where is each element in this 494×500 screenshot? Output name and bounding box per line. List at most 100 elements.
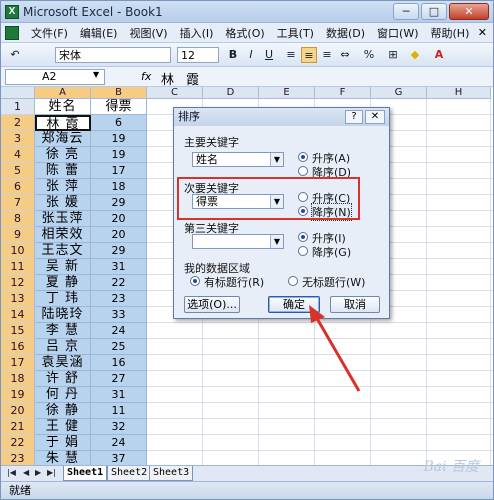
primary-asc-radio[interactable] (298, 152, 308, 162)
column-header-g[interactable]: G (371, 87, 427, 99)
cell-name[interactable]: 李 慧 (35, 323, 91, 339)
cell-score[interactable]: 17 (91, 163, 147, 179)
workbook-close-button[interactable]: ✕ (478, 26, 487, 39)
row-header[interactable]: 19 (1, 387, 35, 403)
cell-score[interactable]: 22 (91, 275, 147, 291)
cell-score[interactable]: 29 (91, 195, 147, 211)
column-header-a[interactable]: A (35, 87, 91, 99)
merge-center-icon[interactable]: ⇔ (337, 47, 353, 63)
tab-sheet3[interactable]: Sheet3 (149, 466, 194, 481)
close-button[interactable]: ✕ (449, 3, 489, 20)
column-header-d[interactable]: D (203, 87, 259, 99)
italic-button[interactable]: I (243, 47, 259, 63)
cell-score[interactable]: 23 (91, 291, 147, 307)
row-header[interactable]: 21 (1, 419, 35, 435)
row-header[interactable]: 5 (1, 163, 35, 179)
menu-edit[interactable]: 编辑(E) (74, 25, 124, 41)
row-header[interactable]: 4 (1, 147, 35, 163)
cell-name[interactable]: 王志文 (35, 243, 91, 259)
cancel-button[interactable]: 取消 (330, 296, 380, 313)
font-size-select[interactable]: 12 (177, 47, 219, 63)
cell-name[interactable]: 陆晓玲 (35, 307, 91, 323)
underline-button[interactable]: U (261, 47, 277, 63)
cell-name[interactable]: 朱 慧 (35, 451, 91, 465)
dialog-close-button[interactable]: ✕ (365, 110, 385, 124)
row-header[interactable]: 17 (1, 355, 35, 371)
row-header[interactable]: 16 (1, 339, 35, 355)
row-header[interactable]: 11 (1, 259, 35, 275)
cell-name[interactable]: 于 娟 (35, 435, 91, 451)
column-header-b[interactable]: B (91, 87, 147, 99)
cell-score[interactable]: 33 (91, 307, 147, 323)
cell-score[interactable]: 24 (91, 323, 147, 339)
percent-icon[interactable]: % (361, 47, 377, 63)
row-header[interactable]: 13 (1, 291, 35, 307)
cell-name[interactable]: 何 丹 (35, 387, 91, 403)
row-header[interactable]: 10 (1, 243, 35, 259)
menu-help[interactable]: 帮助(H) (425, 25, 476, 41)
cell-score[interactable]: 20 (91, 227, 147, 243)
cell-score[interactable]: 31 (91, 259, 147, 275)
cell-name[interactable]: 相荣效 (35, 227, 91, 243)
row-header[interactable]: 2 (1, 115, 35, 131)
cell-name[interactable]: 夏 静 (35, 275, 91, 291)
row-header[interactable]: 8 (1, 211, 35, 227)
menu-tools[interactable]: 工具(T) (271, 25, 320, 41)
primary-desc-radio[interactable] (298, 166, 308, 176)
row-header[interactable]: 18 (1, 371, 35, 387)
row-header[interactable]: 1 (1, 99, 35, 115)
cell-score[interactable]: 11 (91, 403, 147, 419)
cell-score[interactable]: 16 (91, 355, 147, 371)
undo-icon[interactable]: ↶ (7, 47, 23, 63)
cell-name[interactable]: 张 媛 (35, 195, 91, 211)
select-all-corner[interactable] (1, 87, 35, 99)
ok-button[interactable]: 确定 (268, 296, 320, 313)
cell-score[interactable]: 得票 (91, 99, 147, 115)
cell-name[interactable]: 徐 亮 (35, 147, 91, 163)
help-button[interactable]: ? (345, 110, 363, 124)
cell-score[interactable]: 20 (91, 211, 147, 227)
menu-view[interactable]: 视图(V) (123, 25, 173, 41)
cell-score[interactable]: 18 (91, 179, 147, 195)
options-button[interactable]: 选项(O)... (184, 296, 240, 313)
formula-input[interactable]: 林 霞 (161, 69, 203, 88)
menu-window[interactable]: 窗口(W) (371, 25, 424, 41)
row-header[interactable]: 22 (1, 435, 35, 451)
cell-name[interactable]: 张 萍 (35, 179, 91, 195)
align-left-icon[interactable]: ≡ (283, 47, 299, 63)
cell-score[interactable]: 24 (91, 435, 147, 451)
cell-name[interactable]: 张玉萍 (35, 211, 91, 227)
row-header[interactable]: 15 (1, 323, 35, 339)
cell-score[interactable]: 19 (91, 147, 147, 163)
cell-name[interactable]: 郑海云 (35, 131, 91, 147)
row-header[interactable]: 12 (1, 275, 35, 291)
first-sheet-icon[interactable]: |◀ (7, 468, 16, 477)
prev-sheet-icon[interactable]: ◀ (23, 468, 29, 477)
cell-score[interactable]: 29 (91, 243, 147, 259)
row-header[interactable]: 9 (1, 227, 35, 243)
chevron-down-icon[interactable]: ▼ (270, 153, 283, 166)
font-color-icon[interactable]: A (431, 47, 447, 63)
menu-data[interactable]: 数据(D) (320, 25, 371, 41)
bold-button[interactable]: B (225, 47, 241, 63)
column-header-h[interactable]: H (427, 87, 491, 99)
tab-sheet2[interactable]: Sheet2 (107, 466, 152, 481)
cell-name[interactable]: 姓名 (35, 99, 91, 115)
no-header-label[interactable]: 无标题行(W) (302, 274, 365, 290)
cell-name[interactable]: 吴 新 (35, 259, 91, 275)
font-select[interactable]: 宋体 (55, 47, 171, 63)
cell-name[interactable]: 王 健 (35, 419, 91, 435)
third-desc-radio[interactable] (298, 246, 308, 256)
third-desc-label[interactable]: 降序(G) (312, 244, 351, 260)
align-right-icon[interactable]: ≡ (319, 47, 335, 63)
column-header-f[interactable]: F (315, 87, 371, 99)
row-header[interactable]: 3 (1, 131, 35, 147)
no-header-radio[interactable] (288, 276, 298, 286)
fx-icon[interactable]: fx (141, 70, 151, 83)
minimize-button[interactable]: ─ (393, 3, 419, 20)
cell-name[interactable]: 吕 京 (35, 339, 91, 355)
cell-score[interactable]: 37 (91, 451, 147, 465)
row-header[interactable]: 20 (1, 403, 35, 419)
menu-file[interactable]: 文件(F) (25, 25, 74, 41)
row-header[interactable]: 14 (1, 307, 35, 323)
